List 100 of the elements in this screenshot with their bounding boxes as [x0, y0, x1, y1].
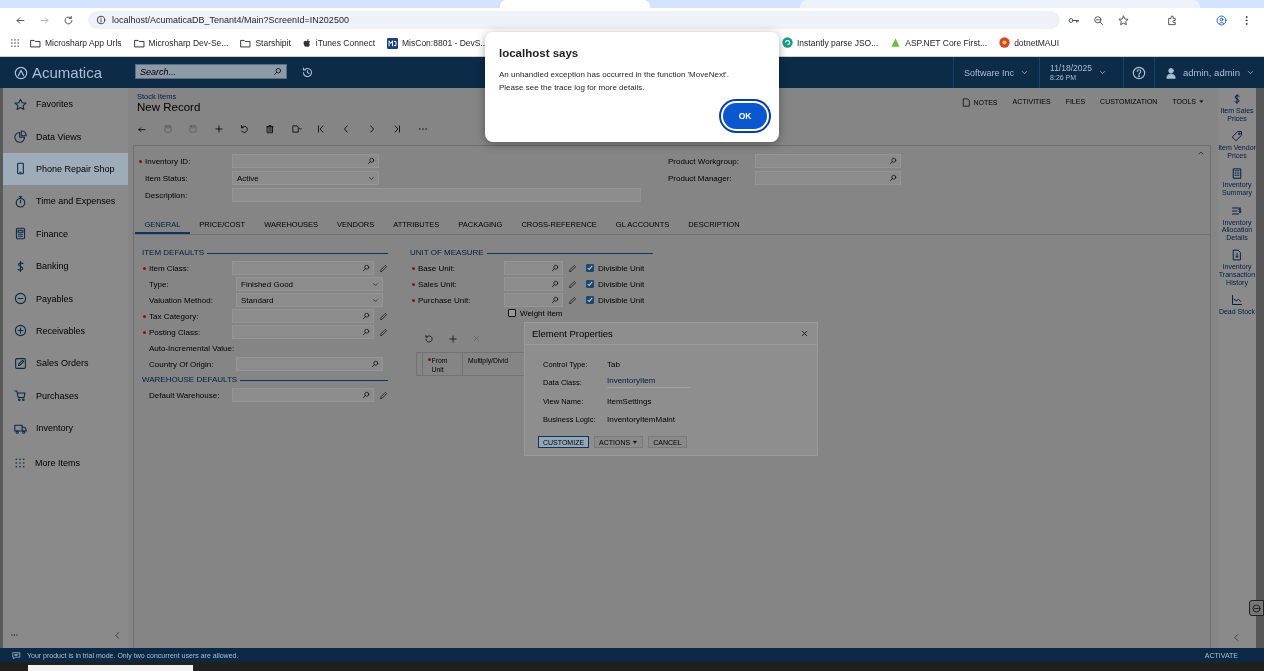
- search-icon: [889, 174, 897, 182]
- select-field[interactable]: Standard: [236, 293, 383, 307]
- site-info-icon: [96, 15, 106, 25]
- message-icon: [12, 650, 21, 660]
- building-icon: [1231, 167, 1243, 180]
- pencil-icon: [379, 390, 388, 400]
- lookup-field[interactable]: [236, 357, 383, 371]
- lookup-field[interactable]: [504, 277, 563, 291]
- checkbox-label: Divisible Unit: [598, 295, 645, 305]
- logo-icon: [999, 37, 1011, 48]
- checkbox[interactable]: [586, 280, 594, 288]
- sidebar-item[interactable]: Inventory: [3, 411, 128, 445]
- user-icon: [1164, 66, 1177, 79]
- search-icon: [362, 312, 370, 320]
- bookmark[interactable]: ASP.NET Core First...: [890, 37, 988, 48]
- refresh-button[interactable]: [424, 334, 434, 344]
- stopwatch-icon: [14, 194, 27, 208]
- field-label: Auto-Incremental Value:: [149, 343, 235, 353]
- close-icon: [472, 334, 481, 343]
- property-value: InventoryItemMaint: [607, 414, 676, 424]
- add-row-button[interactable]: [448, 334, 458, 344]
- bookmark[interactable]: Starshipit: [240, 37, 291, 49]
- sidebar-item[interactable]: Favorites: [3, 88, 128, 121]
- last-icon: [392, 124, 402, 134]
- property-value: ItemSettings: [607, 397, 652, 407]
- forward-icon: [38, 14, 50, 26]
- bookmark[interactable]: iTunes Connect: [302, 38, 376, 48]
- dollar-icon: [1231, 93, 1243, 105]
- previous-icon: [341, 124, 351, 134]
- section-title: WAREHOUSE DEFAULTS: [142, 374, 238, 384]
- lookup-field[interactable]: [232, 154, 379, 168]
- sidebar-item[interactable]: Phone Repair Shop: [3, 152, 128, 186]
- history-icon: [301, 66, 314, 79]
- caret-icon: [1198, 98, 1205, 105]
- bookmark[interactable]: Microsharp App Urls: [30, 37, 122, 49]
- checkbox[interactable]: [586, 296, 594, 304]
- address-bar[interactable]: localhost/AcumaticaDB_Tenant4/Main?ScreenId=IN202500: [88, 11, 1060, 29]
- sidebar-item[interactable]: Finance: [3, 217, 128, 250]
- sidebar-item[interactable]: Payables: [3, 282, 128, 315]
- search-icon: [362, 264, 370, 272]
- sidebar-item[interactable]: Receivables: [3, 314, 128, 348]
- lookup-field[interactable]: [504, 261, 563, 275]
- save-close-icon: [162, 124, 173, 134]
- plus-circle-icon: [14, 324, 27, 338]
- phone-icon: [14, 162, 27, 176]
- undo-icon: [239, 124, 249, 134]
- select-field[interactable]: Finished Good: [236, 277, 383, 291]
- edit-button[interactable]: [379, 327, 388, 337]
- sidebar-item[interactable]: Purchases: [3, 379, 128, 412]
- document-icon: [1231, 249, 1243, 262]
- checkbox[interactable]: [586, 264, 594, 272]
- extensions-icon: [1167, 14, 1178, 26]
- lookup-field[interactable]: [232, 309, 374, 323]
- lookup-field[interactable]: [755, 171, 901, 185]
- search-icon: [362, 391, 370, 399]
- edit-button[interactable]: [379, 263, 388, 273]
- sidebar-item[interactable]: Banking: [3, 249, 128, 283]
- lookup-field[interactable]: [232, 388, 374, 402]
- folder-icon: [30, 37, 41, 49]
- lookup-field[interactable]: [232, 261, 374, 275]
- remote-tab[interactable]: [1249, 600, 1264, 616]
- cart-icon: [14, 389, 27, 403]
- apple-icon: [302, 38, 312, 48]
- sidebar-item[interactable]: More Items: [3, 444, 128, 483]
- sidebar-item[interactable]: Sales Orders: [3, 347, 128, 380]
- sidebar-item[interactable]: Data Views: [3, 120, 128, 153]
- minus-circle-icon: [14, 292, 27, 306]
- checkbox[interactable]: [508, 309, 516, 317]
- checkbox-label: Divisible Unit: [598, 263, 645, 273]
- logo-icon: [14, 65, 28, 80]
- caret-icon: [1020, 68, 1030, 77]
- edit-button[interactable]: [379, 390, 388, 400]
- edit-icon: [14, 356, 27, 370]
- logo-icon: [387, 37, 399, 49]
- property-link[interactable]: InventoryItem: [607, 376, 691, 389]
- bookmark[interactable]: Microsharp Dev-Se...: [133, 37, 229, 49]
- delete-row-button[interactable]: [472, 334, 481, 344]
- add-icon: [213, 124, 224, 134]
- delete-icon: [264, 124, 275, 134]
- close-icon: [800, 329, 809, 338]
- bookmark[interactable]: Instantly parse JSO...: [782, 37, 879, 48]
- bookmark[interactable]: MisCon:8801 - DevS...: [387, 37, 488, 49]
- field-label: Item Class:: [149, 263, 189, 273]
- logo-icon: [890, 37, 902, 48]
- dialog-title: Element Properties: [532, 328, 613, 339]
- lookup-field[interactable]: [755, 154, 901, 168]
- sidebar-item[interactable]: Time and Expenses: [3, 185, 128, 218]
- field-label: Product Workgroup:: [668, 156, 739, 166]
- app-logo[interactable]: Acumatica: [32, 64, 103, 81]
- lookup-field[interactable]: [504, 293, 563, 307]
- dialog-message: Please see the trace log for more details.: [499, 82, 646, 94]
- search-field[interactable]: Search...: [135, 64, 287, 79]
- bookmark[interactable]: dotnetMAUI: [999, 37, 1060, 48]
- lookup-field[interactable]: [232, 325, 374, 339]
- search-icon: [551, 296, 559, 304]
- caret-icon: [1246, 68, 1255, 77]
- field-label: Type:: [149, 279, 169, 289]
- close-button[interactable]: [800, 329, 809, 338]
- select-field[interactable]: Active: [232, 171, 379, 185]
- edit-button[interactable]: [379, 311, 388, 321]
